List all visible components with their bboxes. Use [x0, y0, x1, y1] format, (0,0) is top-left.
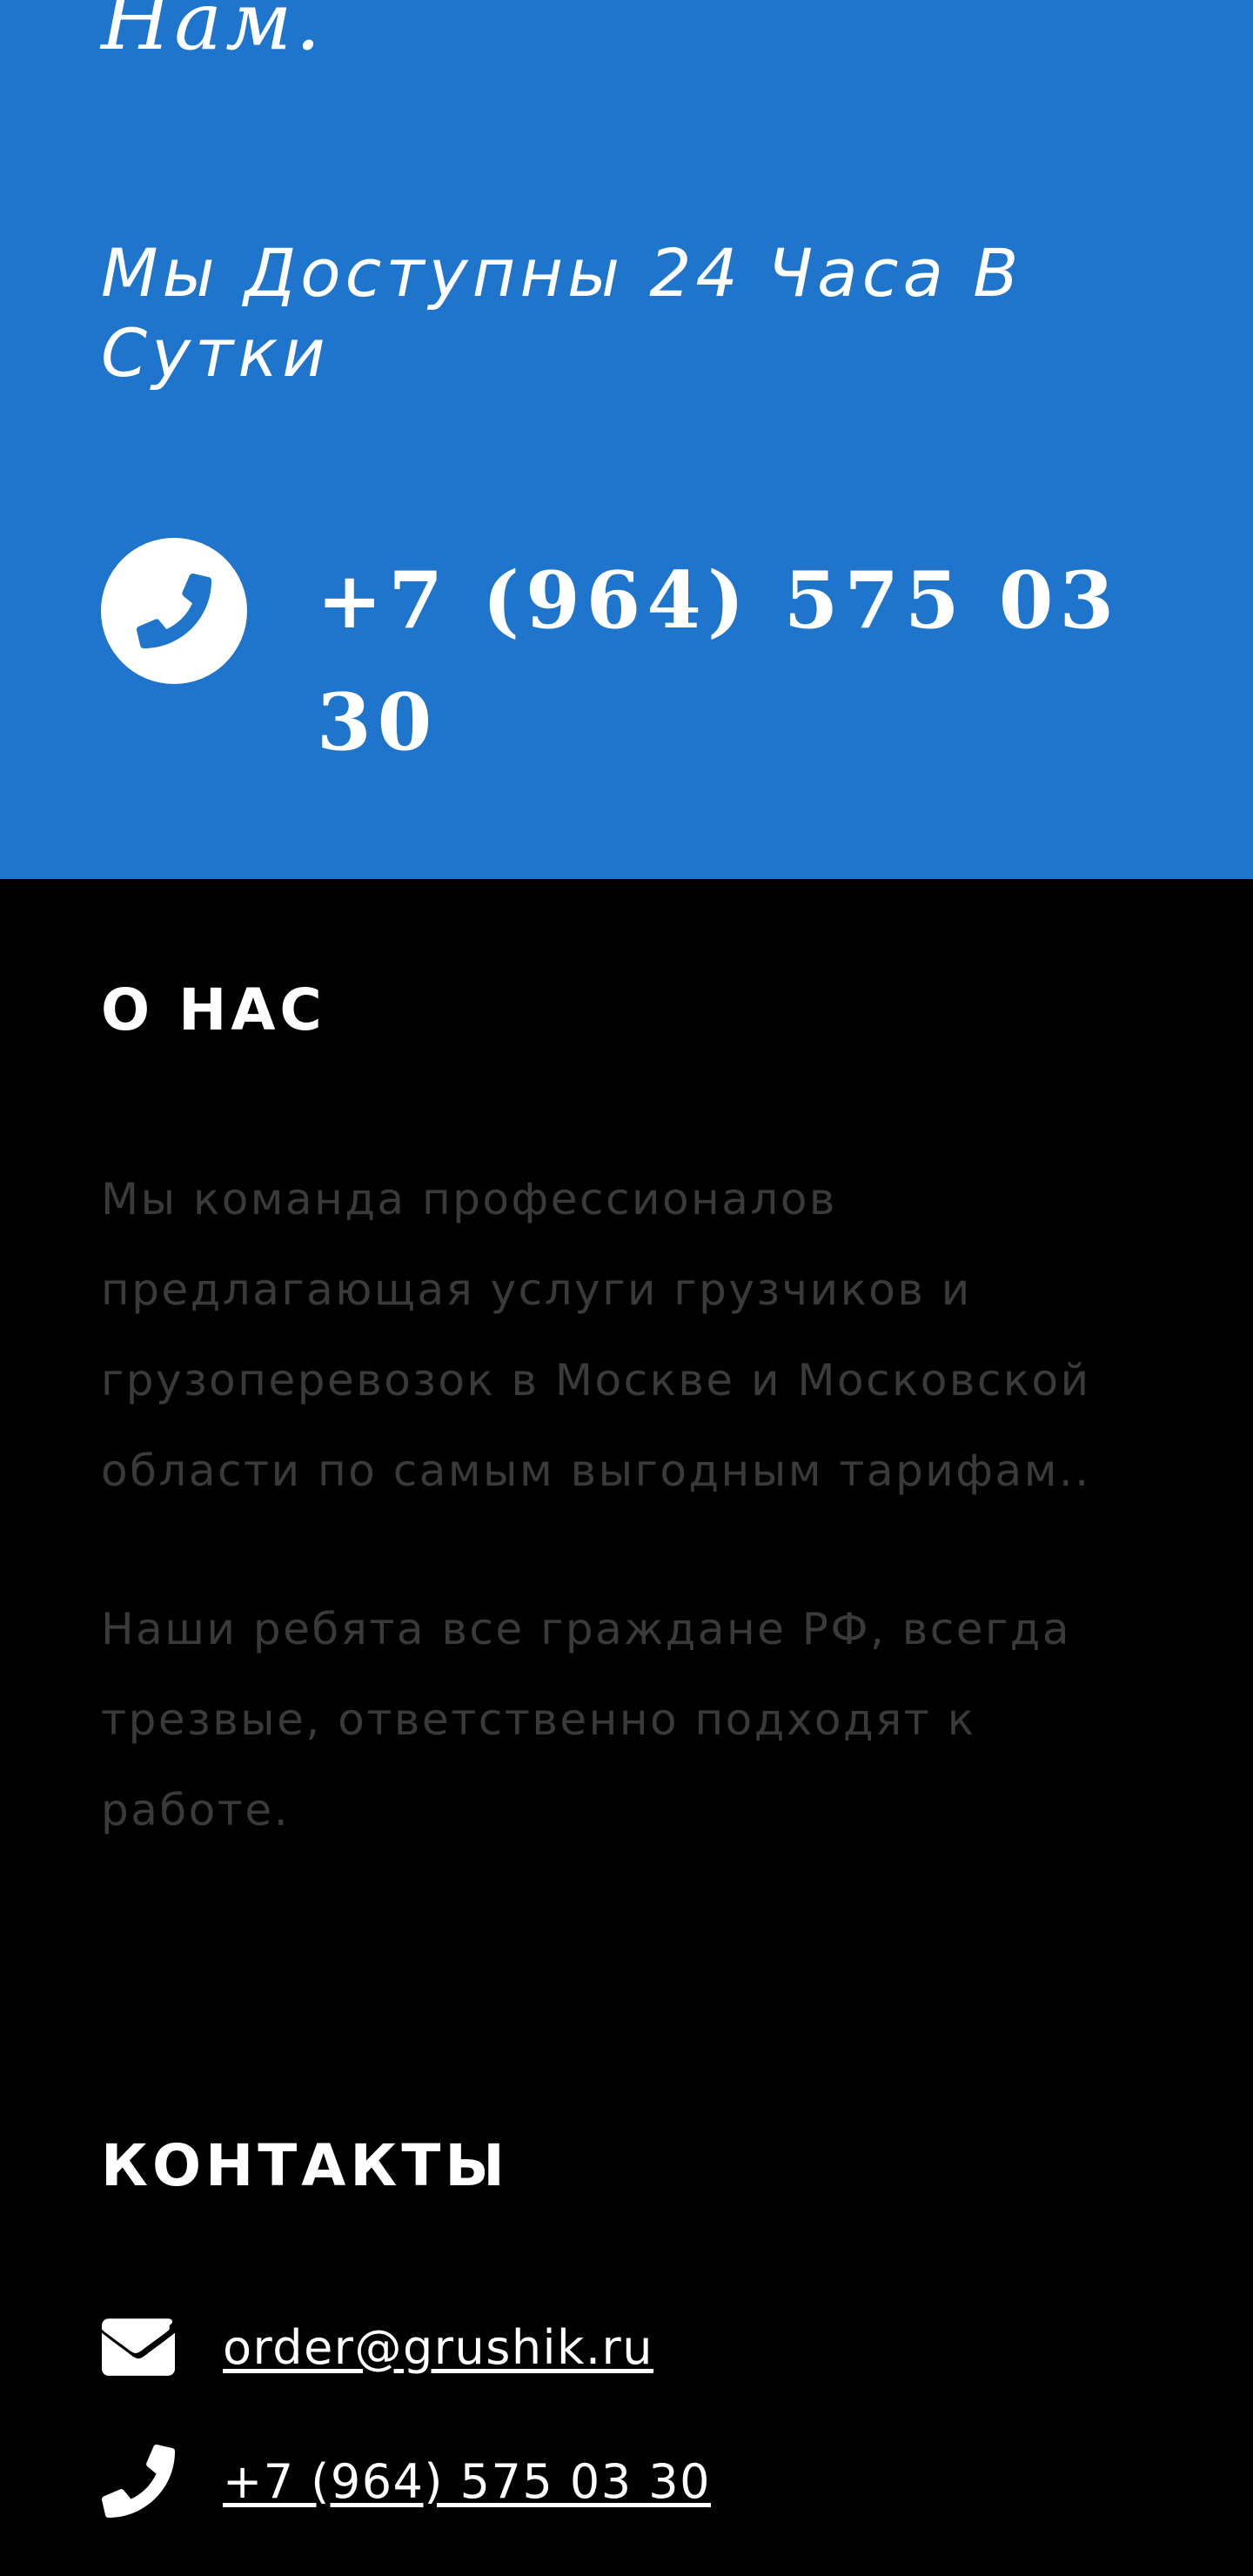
contacts-title: КОНТАКТЫ: [101, 2132, 509, 2199]
phone-icon: [101, 2444, 176, 2519]
cta-phone-link[interactable]: +7 (964) 575 03 30: [317, 540, 1135, 783]
contact-email-row: order@grushik.ru: [101, 2308, 653, 2386]
phone-icon: [137, 574, 211, 648]
about-paragraph-1: Мы команда профессионалов предлагающая у…: [101, 1174, 1091, 1496]
phone-circle-icon: [101, 538, 247, 684]
call-to-action-section: Нам. Мы Доступны 24 Часа В Сутки +7 (964…: [0, 0, 1253, 879]
about-title: О НАС: [101, 976, 326, 1043]
envelope-icon: [101, 2310, 176, 2385]
email-link[interactable]: order@grushik.ru: [223, 2320, 653, 2375]
availability-text: Мы Доступны 24 Часа В Сутки: [101, 234, 1023, 392]
contact-phone-row: +7 (964) 575 03 30: [101, 2442, 711, 2520]
phone-link[interactable]: +7 (964) 575 03 30: [223, 2454, 711, 2509]
about-paragraph-2: Наши ребята все граждане РФ, всегда трез…: [101, 1604, 1071, 1835]
cta-heading: Нам.: [101, 0, 325, 68]
